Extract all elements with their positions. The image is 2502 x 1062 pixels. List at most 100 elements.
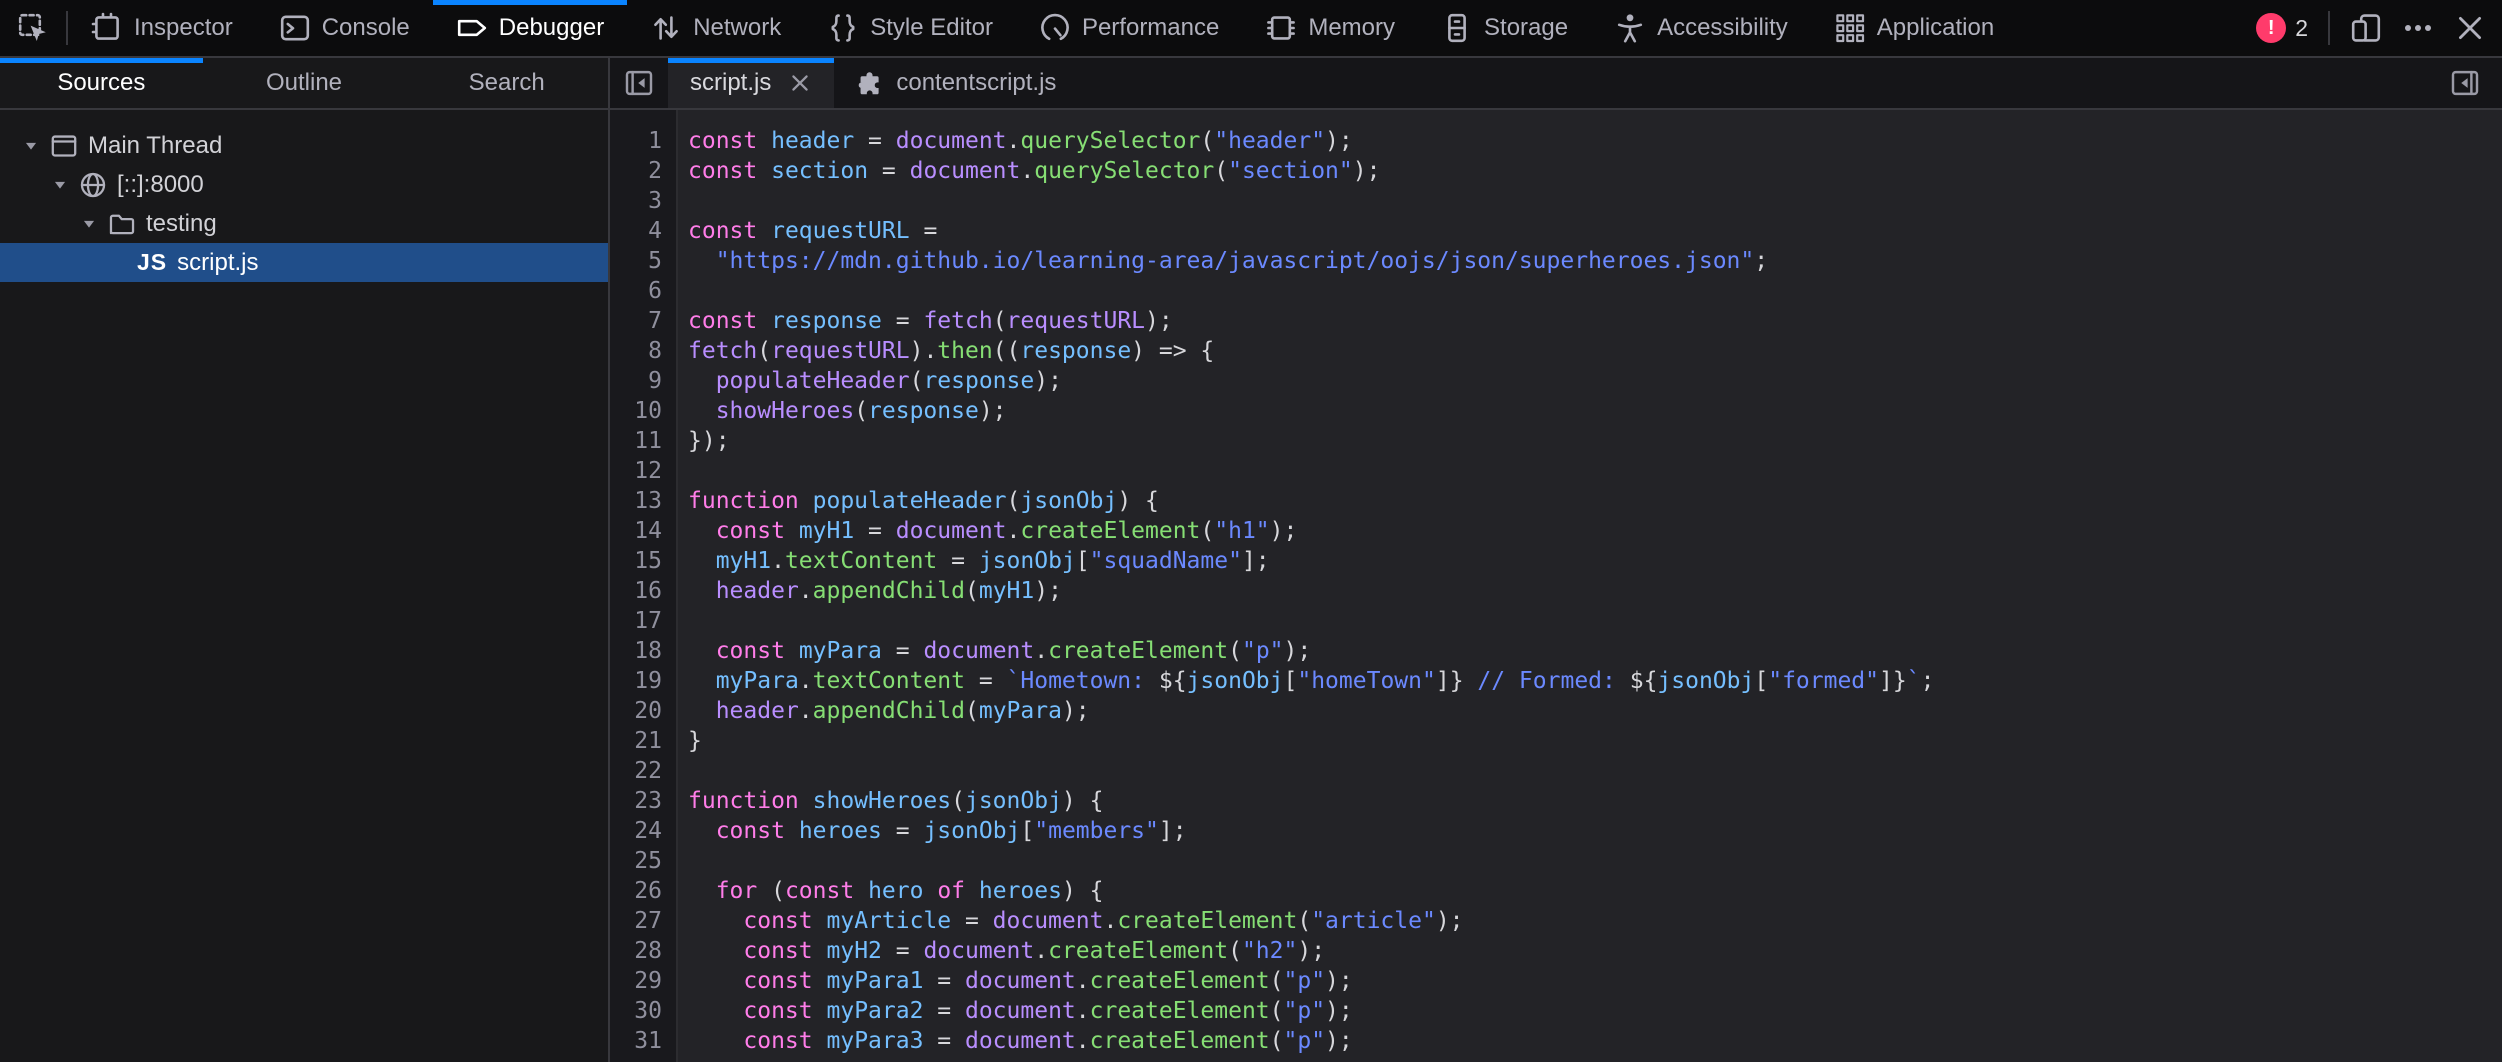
line-number[interactable]: 25 <box>610 846 662 876</box>
line-number[interactable]: 22 <box>610 756 662 786</box>
twisty-down-icon[interactable] <box>47 176 73 194</box>
code-line: 6 <box>610 276 2502 306</box>
line-number[interactable]: 19 <box>610 666 662 696</box>
tree-item-label: Main Thread <box>88 132 222 160</box>
line-number[interactable]: 24 <box>610 816 662 846</box>
line-number[interactable]: 4 <box>610 216 662 246</box>
line-number[interactable]: 6 <box>610 276 662 306</box>
line-number[interactable]: 27 <box>610 906 662 936</box>
code-line: 16 header.appendChild(myH1); <box>610 576 2502 606</box>
code-line-content[interactable]: myPara.textContent = `Hometown: ${jsonOb… <box>688 666 1934 696</box>
line-number[interactable]: 30 <box>610 996 662 1026</box>
responsive-design-icon[interactable] <box>2350 12 2382 44</box>
line-number[interactable]: 9 <box>610 366 662 396</box>
tab-network[interactable]: Network <box>627 0 804 56</box>
globe-icon <box>79 171 107 199</box>
tab-inspector[interactable]: Inspector <box>68 0 256 56</box>
code-token <box>688 818 716 844</box>
line-number[interactable]: 12 <box>610 456 662 486</box>
error-count-badge[interactable]: ! 2 <box>2256 13 2308 43</box>
code-line-content[interactable]: const myPara1 = document.createElement("… <box>688 966 1353 996</box>
code-line-content[interactable]: fetch(requestURL).then((response) => { <box>688 336 1214 366</box>
code-line-content[interactable]: const heroes = jsonObj["members"]; <box>688 816 1187 846</box>
code-line-content[interactable]: }); <box>688 426 730 456</box>
twisty-down-icon[interactable] <box>18 137 44 155</box>
line-number[interactable]: 14 <box>610 516 662 546</box>
code-line-content[interactable]: header.appendChild(myH1); <box>688 576 1062 606</box>
line-number[interactable]: 5 <box>610 246 662 276</box>
tab-storage[interactable]: Storage <box>1418 0 1591 56</box>
tab-accessibility[interactable]: Accessibility <box>1591 0 1811 56</box>
code-line-content[interactable]: const myPara2 = document.createElement("… <box>688 996 1353 1026</box>
line-number[interactable]: 31 <box>610 1026 662 1056</box>
code-token: const <box>688 128 757 154</box>
code-line-content[interactable]: const header = document.querySelector("h… <box>688 126 1353 156</box>
code-line-content[interactable]: const response = fetch(requestURL); <box>688 306 1173 336</box>
line-number[interactable]: 1 <box>610 126 662 156</box>
meatball-menu-icon[interactable] <box>2402 12 2434 44</box>
tree-item-Main-Thread[interactable]: Main Thread <box>0 126 608 165</box>
code-line-content[interactable]: const myPara = document.createElement("p… <box>688 636 1311 666</box>
line-number[interactable]: 10 <box>610 396 662 426</box>
editor-tab-contentscript-js[interactable]: contentscript.js <box>834 58 1078 108</box>
line-number[interactable]: 8 <box>610 336 662 366</box>
line-number[interactable]: 29 <box>610 966 662 996</box>
twisty-down-icon[interactable] <box>76 215 102 233</box>
code-line-content[interactable]: const myPara3 = document.createElement("… <box>688 1026 1353 1056</box>
tree-item-testing[interactable]: testing <box>0 204 608 243</box>
code-token: . <box>1007 128 1021 154</box>
line-number[interactable]: 17 <box>610 606 662 636</box>
code-line-content[interactable]: const myH2 = document.createElement("h2"… <box>688 936 1325 966</box>
code-line-content[interactable]: } <box>688 726 702 756</box>
code-line-content[interactable]: function showHeroes(jsonObj) { <box>688 786 1103 816</box>
line-number[interactable]: 11 <box>610 426 662 456</box>
code-line-content[interactable]: header.appendChild(myPara); <box>688 696 1090 726</box>
code-line-content[interactable]: "https://mdn.github.io/learning-area/jav… <box>688 246 1768 276</box>
tab-application[interactable]: Application <box>1811 0 2017 56</box>
line-number[interactable]: 20 <box>610 696 662 726</box>
line-number[interactable]: 26 <box>610 876 662 906</box>
tab-close-icon[interactable] <box>788 71 812 95</box>
tab-sources[interactable]: Sources <box>0 58 203 108</box>
line-number[interactable]: 21 <box>610 726 662 756</box>
tab-debugger[interactable]: Debugger <box>433 0 627 56</box>
code-line-content[interactable]: const myArticle = document.createElement… <box>688 906 1464 936</box>
expand-panes-icon[interactable] <box>2436 68 2494 98</box>
tab-memory[interactable]: Memory <box>1242 0 1418 56</box>
line-number[interactable]: 23 <box>610 786 662 816</box>
collapse-sources-icon[interactable] <box>610 58 668 108</box>
tree-item-script-js[interactable]: JSscript.js <box>0 243 608 282</box>
line-number[interactable]: 13 <box>610 486 662 516</box>
code-token: myH1 <box>716 548 771 574</box>
line-number[interactable]: 18 <box>610 636 662 666</box>
code-line-content[interactable]: const section = document.querySelector("… <box>688 156 1380 186</box>
code-token <box>813 1028 827 1054</box>
line-number[interactable]: 2 <box>610 156 662 186</box>
code-editor[interactable]: 1 const header = document.querySelector("… <box>610 110 2502 1062</box>
editor-tab-script-js[interactable]: script.js <box>668 58 834 108</box>
code-line-content[interactable]: showHeroes(response); <box>688 396 1007 426</box>
tab-console[interactable]: Console <box>256 0 433 56</box>
code-token: response <box>771 308 882 334</box>
code-line-content[interactable]: for (const hero of heroes) { <box>688 876 1104 906</box>
close-icon[interactable] <box>2454 12 2486 44</box>
tree-item--8000[interactable]: [::]:8000 <box>0 165 608 204</box>
line-number[interactable]: 3 <box>610 186 662 216</box>
tab-performance[interactable]: Performance <box>1016 0 1242 56</box>
node-picker-button[interactable] <box>0 0 66 56</box>
tab-styleeditor[interactable]: Style Editor <box>804 0 1016 56</box>
code-token: querySelector <box>1034 158 1214 184</box>
code-token: = <box>910 218 938 244</box>
code-line-content[interactable]: myH1.textContent = jsonObj["squadName"]; <box>688 546 1270 576</box>
line-number[interactable]: 28 <box>610 936 662 966</box>
line-number[interactable]: 7 <box>610 306 662 336</box>
line-number[interactable]: 15 <box>610 546 662 576</box>
code-line-content[interactable]: const requestURL = <box>688 216 937 246</box>
tab-search[interactable]: Search <box>405 58 608 108</box>
code-line-content[interactable]: populateHeader(response); <box>688 366 1062 396</box>
tab-outline[interactable]: Outline <box>203 58 406 108</box>
code-line-content[interactable]: function populateHeader(jsonObj) { <box>688 486 1159 516</box>
code-token <box>813 968 827 994</box>
code-line-content[interactable]: const myH1 = document.createElement("h1"… <box>688 516 1297 546</box>
line-number[interactable]: 16 <box>610 576 662 606</box>
